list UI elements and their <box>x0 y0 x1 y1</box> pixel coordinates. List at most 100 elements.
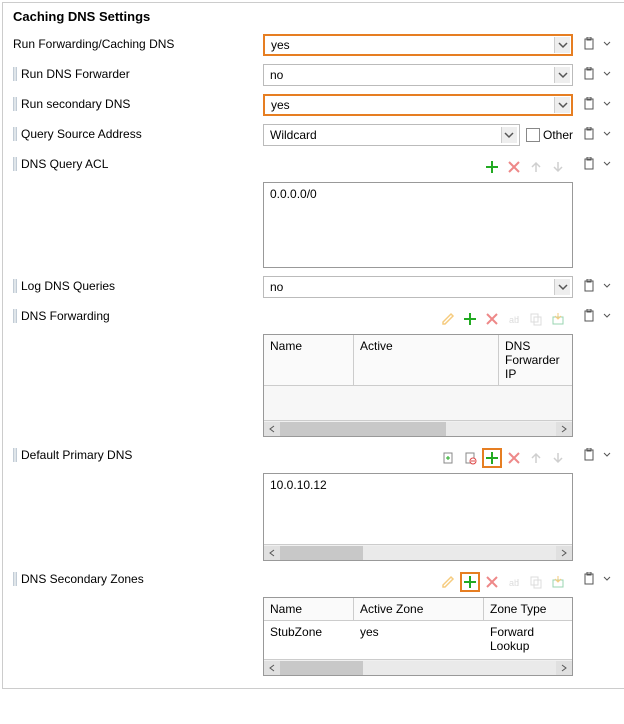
chevron-down-icon[interactable] <box>599 156 615 172</box>
import-icon[interactable] <box>548 309 568 329</box>
clipboard-icon[interactable] <box>581 156 597 172</box>
table-body[interactable]: StubZone yes Forward Lookup <box>264 621 572 675</box>
edit-icon[interactable] <box>438 572 458 592</box>
forwarding-toolbar: ab <box>263 306 573 332</box>
drag-handle-icon <box>13 279 17 293</box>
column-header[interactable]: Zone Type <box>484 598 572 620</box>
select-value: yes <box>271 38 290 52</box>
chevron-down-icon[interactable] <box>599 571 615 587</box>
clipboard-icon[interactable] <box>581 308 597 324</box>
clipboard-icon[interactable] <box>581 66 597 82</box>
primary-dns-list[interactable]: 10.0.10.12 <box>263 473 573 561</box>
drag-handle-icon <box>13 127 17 141</box>
column-header[interactable]: Name <box>264 598 354 620</box>
chevron-down-icon <box>554 279 570 295</box>
field-label: Default Primary DNS <box>21 448 132 462</box>
add-icon[interactable] <box>482 448 502 468</box>
delete-icon[interactable] <box>482 309 502 329</box>
field-label: Run DNS Forwarder <box>21 67 130 81</box>
scroll-right-icon[interactable] <box>556 546 572 560</box>
arrow-down-icon[interactable] <box>548 157 568 177</box>
chevron-down-icon <box>554 97 570 113</box>
new-page-icon[interactable] <box>438 448 458 468</box>
chevron-down-icon[interactable] <box>599 36 615 52</box>
drag-handle-icon <box>13 67 17 81</box>
select-value: yes <box>271 98 290 112</box>
log-dns-queries-select[interactable]: no <box>263 276 573 298</box>
field-label: DNS Secondary Zones <box>21 572 144 586</box>
table-row[interactable]: StubZone yes Forward Lookup <box>264 621 572 657</box>
chevron-down-icon[interactable] <box>599 308 615 324</box>
rename-icon[interactable]: ab <box>504 572 524 592</box>
horizontal-scrollbar[interactable] <box>264 420 572 436</box>
drag-handle-icon <box>13 448 17 462</box>
arrow-up-icon[interactable] <box>526 157 546 177</box>
query-source-address-select[interactable]: Wildcard <box>263 124 520 146</box>
scroll-right-icon[interactable] <box>556 422 572 436</box>
delete-icon[interactable] <box>482 572 502 592</box>
chevron-down-icon[interactable] <box>599 96 615 112</box>
cell-type: Forward Lookup <box>484 621 572 657</box>
run-dns-forwarder-select[interactable]: no <box>263 64 573 86</box>
section-title: Caching DNS Settings <box>13 9 615 24</box>
chevron-down-icon <box>554 67 570 83</box>
table-body[interactable] <box>264 386 572 436</box>
field-label: Log DNS Queries <box>21 279 115 293</box>
scroll-left-icon[interactable] <box>264 546 280 560</box>
field-label: Query Source Address <box>21 127 142 141</box>
add-icon[interactable] <box>482 157 502 177</box>
column-header[interactable]: Active <box>354 335 499 385</box>
secondary-zones-table: Name Active Zone Zone Type StubZone yes … <box>263 597 573 676</box>
horizontal-scrollbar[interactable] <box>264 659 572 675</box>
drag-handle-icon <box>13 97 17 111</box>
horizontal-scrollbar[interactable] <box>264 544 572 560</box>
arrow-up-icon[interactable] <box>526 448 546 468</box>
other-checkbox[interactable] <box>526 128 540 142</box>
chevron-down-icon[interactable] <box>599 66 615 82</box>
secondary-zones-toolbar: ab <box>263 569 573 595</box>
chevron-down-icon[interactable] <box>599 126 615 142</box>
import-icon[interactable] <box>548 572 568 592</box>
list-item[interactable]: 0.0.0.0/0 <box>270 187 566 201</box>
clipboard-icon[interactable] <box>581 96 597 112</box>
copy-icon[interactable] <box>526 572 546 592</box>
primary-dns-toolbar <box>263 445 573 471</box>
column-header[interactable]: Active Zone <box>354 598 484 620</box>
clipboard-icon[interactable] <box>581 126 597 142</box>
delete-icon[interactable] <box>504 157 524 177</box>
chevron-down-icon[interactable] <box>599 447 615 463</box>
field-label: Run Forwarding/Caching DNS <box>13 37 174 51</box>
cell-active: yes <box>354 621 484 657</box>
drag-handle-icon <box>13 309 17 323</box>
rename-icon[interactable]: ab <box>504 309 524 329</box>
clipboard-icon[interactable] <box>581 571 597 587</box>
clipboard-icon[interactable] <box>581 447 597 463</box>
add-icon[interactable] <box>460 309 480 329</box>
run-forwarding-caching-select[interactable]: yes <box>263 34 573 56</box>
field-label: DNS Forwarding <box>21 309 110 323</box>
delete-icon[interactable] <box>504 448 524 468</box>
arrow-down-icon[interactable] <box>548 448 568 468</box>
scroll-left-icon[interactable] <box>264 661 280 675</box>
scroll-right-icon[interactable] <box>556 661 572 675</box>
copy-icon[interactable] <box>526 309 546 329</box>
chevron-down-icon[interactable] <box>599 278 615 294</box>
clipboard-icon[interactable] <box>581 36 597 52</box>
delete-page-icon[interactable] <box>460 448 480 468</box>
column-header[interactable]: DNS Forwarder IP <box>499 335 572 385</box>
drag-handle-icon <box>13 157 17 171</box>
column-header[interactable]: Name <box>264 335 354 385</box>
list-item[interactable]: 10.0.10.12 <box>270 478 566 492</box>
field-label: DNS Query ACL <box>21 157 108 171</box>
scroll-left-icon[interactable] <box>264 422 280 436</box>
clipboard-icon[interactable] <box>581 278 597 294</box>
edit-icon[interactable] <box>438 309 458 329</box>
add-icon[interactable] <box>460 572 480 592</box>
forwarding-table: Name Active DNS Forwarder IP <box>263 334 573 437</box>
field-label: Run secondary DNS <box>21 97 130 111</box>
acl-list[interactable]: 0.0.0.0/0 <box>263 182 573 268</box>
run-secondary-dns-select[interactable]: yes <box>263 94 573 116</box>
select-value: no <box>270 280 283 294</box>
select-value: Wildcard <box>270 128 317 142</box>
select-value: no <box>270 68 283 82</box>
